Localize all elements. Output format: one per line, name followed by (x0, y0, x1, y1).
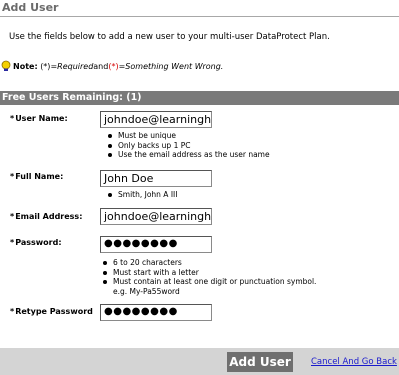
user-name-label: *User Name: (10, 114, 68, 123)
user-name-label-text: User Name: (15, 114, 68, 123)
add-user-button[interactable]: Add User (227, 352, 293, 372)
required-text: Required (57, 61, 94, 71)
note-equals-2: = (118, 61, 126, 71)
full-name-label-text: Full Name: (15, 172, 64, 181)
password-input[interactable]: ●●●●●●●● (100, 236, 212, 253)
error-text: Something Went Wrong. (125, 61, 224, 71)
password-label-text: Password: (15, 238, 62, 247)
full-name-hints: Smith, John A III (106, 190, 177, 200)
title-divider (0, 16, 399, 17)
password-hints: 6 to 20 characters Must start with a let… (101, 258, 316, 296)
hint-item: Use the email address as the user name (106, 150, 270, 160)
note-line: Note: (*) = Required and (*) = Something… (0, 60, 223, 72)
retype-password-input[interactable]: ●●●●●●●● (100, 304, 212, 321)
email-label-text: Email Address: (15, 212, 83, 221)
note-and: and (93, 61, 109, 71)
free-users-bar: Free Users Remaining: (1) (0, 91, 399, 105)
retype-password-label: *Retype Password (10, 307, 93, 316)
hint-item: Must contain at least one digit or punct… (101, 277, 316, 287)
hint-item: Smith, John A III (106, 190, 177, 200)
title-bar: Add User (0, 0, 399, 17)
email-input[interactable]: johndoe@learninghostin (100, 208, 212, 225)
hint-item: Only backs up 1 PC (106, 141, 270, 151)
full-name-label: *Full Name: (10, 172, 63, 181)
retype-password-label-text: Retype Password (15, 307, 93, 316)
required-star: * (10, 172, 15, 181)
hint-item: Must start with a letter (101, 268, 316, 278)
full-name-input[interactable]: John Doe (100, 170, 212, 187)
required-mark: (*) (40, 61, 51, 71)
required-star: * (10, 212, 15, 221)
lightbulb-note-icon (0, 60, 12, 72)
user-name-input[interactable]: johndoe@learninghostin (100, 111, 212, 128)
free-users-label: Free Users Remaining: (1) (2, 92, 142, 103)
hint-item: Must be unique (106, 131, 270, 141)
required-star: * (10, 114, 15, 123)
required-star: * (10, 238, 15, 247)
email-label: *Email Address: (10, 212, 82, 221)
required-star: * (10, 307, 15, 316)
form-footer: Add User Cancel And Go Back (0, 348, 399, 375)
cancel-link[interactable]: Cancel And Go Back (311, 357, 397, 367)
note-equals-1: = (50, 61, 58, 71)
hint-item: 6 to 20 characters (101, 258, 316, 268)
intro-text: Use the fields below to add a new user t… (9, 32, 330, 42)
password-example: e.g. My-Pa55word (113, 286, 180, 296)
note-label: Note: (13, 61, 38, 71)
password-label: *Password: (10, 238, 62, 247)
error-mark: (*) (108, 61, 119, 71)
page-title: Add User (2, 1, 59, 14)
user-name-hints: Must be unique Only backs up 1 PC Use th… (106, 131, 270, 160)
